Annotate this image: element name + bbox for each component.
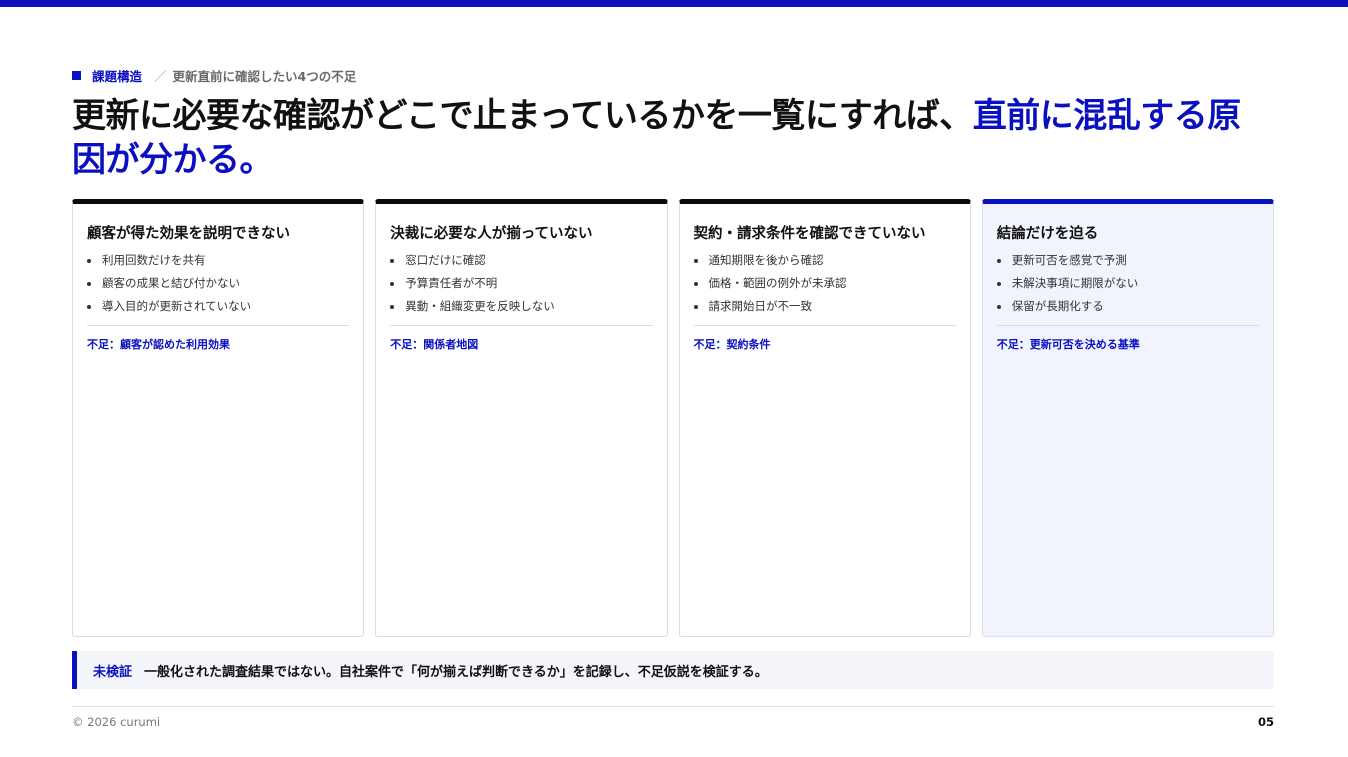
card-grid: 顧客が得た効果を説明できない 利用回数だけを共有 顧客の成果と結び付かない 導入… bbox=[72, 199, 1274, 637]
card-divider bbox=[693, 325, 956, 326]
list-item: 顧客の成果と結び付かない bbox=[87, 272, 349, 295]
list-item: 請求開始日が不一致 bbox=[693, 295, 956, 318]
card-contract-terms: 契約・請求条件を確認できていない 通知期限を後から確認 価格・範囲の例外が未承認… bbox=[678, 199, 971, 637]
card-decision-makers: 決裁に必要な人が揃っていない 窓口だけに確認 予算責任者が不明 異動・組織変更を… bbox=[375, 199, 668, 637]
copyright: © 2026 curumi bbox=[72, 715, 161, 729]
card-list: 更新可否を感覚で予測 未解決事項に期限がない 保留が長期化する bbox=[996, 249, 1259, 318]
callout-tag: 未検証 bbox=[93, 664, 133, 680]
eyebrow-subtitle: 更新直前に確認したい4つの不足 bbox=[172, 69, 357, 84]
list-item: 保留が長期化する bbox=[996, 295, 1259, 318]
eyebrow-separator: ／ bbox=[154, 69, 167, 84]
card-title: 契約・請求条件を確認できていない bbox=[693, 226, 926, 242]
headline-main: 更新に必要な確認がどこで止まっているかを一覧にすれば、 bbox=[72, 96, 973, 136]
top-accent-bar bbox=[0, 0, 1348, 7]
card-list: 通知期限を後から確認 価格・範囲の例外が未承認 請求開始日が不一致 bbox=[693, 249, 956, 318]
list-item: 導入目的が更新されていない bbox=[87, 295, 349, 318]
card-title: 顧客が得た効果を説明できない bbox=[87, 226, 290, 242]
page-title: 更新に必要な確認がどこで止まっているかを一覧にすれば、直前に混乱する原因が分かる… bbox=[72, 94, 1262, 182]
eyebrow: 課題構造 ／ 更新直前に確認したい4つの不足 bbox=[72, 66, 356, 85]
card-divider bbox=[87, 325, 350, 326]
card-note: 不足：顧客が認めた利用効果 bbox=[87, 338, 230, 351]
square-icon bbox=[72, 71, 81, 80]
card-title: 結論だけを迫る bbox=[996, 226, 1099, 242]
unverified-callout: 未検証 一般化された調査結果ではない。自社案件で「何が揃えば判断できるか」を記録… bbox=[72, 651, 1274, 689]
list-item: 利用回数だけを共有 bbox=[87, 249, 349, 272]
card-note: 不足：関係者地図 bbox=[390, 338, 479, 351]
card-customer-value: 顧客が得た効果を説明できない 利用回数だけを共有 顧客の成果と結び付かない 導入… bbox=[72, 199, 365, 637]
card-note: 不足：契約条件 bbox=[693, 338, 771, 351]
footer-divider bbox=[72, 706, 1274, 707]
list-item: 予算責任者が不明 bbox=[390, 272, 652, 295]
card-divider bbox=[996, 325, 1259, 326]
card-list: 利用回数だけを共有 顧客の成果と結び付かない 導入目的が更新されていない bbox=[87, 249, 349, 318]
card-conclusion-pressure: 結論だけを迫る 更新可否を感覚で予測 未解決事項に期限がない 保留が長期化する … bbox=[981, 199, 1274, 637]
card-title: 決裁に必要な人が揃っていない bbox=[390, 226, 593, 242]
section-label: 課題構造 bbox=[92, 69, 143, 84]
list-item: 通知期限を後から確認 bbox=[693, 249, 956, 272]
callout-text: 一般化された調査結果ではない。自社案件で「何が揃えば判断できるか」を記録し、不足… bbox=[144, 664, 768, 680]
page-number: 05 bbox=[1257, 715, 1274, 729]
list-item: 異動・組織変更を反映しない bbox=[390, 295, 652, 318]
list-item: 窓口だけに確認 bbox=[390, 249, 652, 272]
card-note: 不足：更新可否を決める基準 bbox=[996, 338, 1140, 351]
card-divider bbox=[390, 325, 653, 326]
card-list: 窓口だけに確認 予算責任者が不明 異動・組織変更を反映しない bbox=[390, 249, 652, 318]
list-item: 更新可否を感覚で予測 bbox=[996, 249, 1259, 272]
list-item: 未解決事項に期限がない bbox=[996, 272, 1259, 295]
list-item: 価格・範囲の例外が未承認 bbox=[693, 272, 956, 295]
